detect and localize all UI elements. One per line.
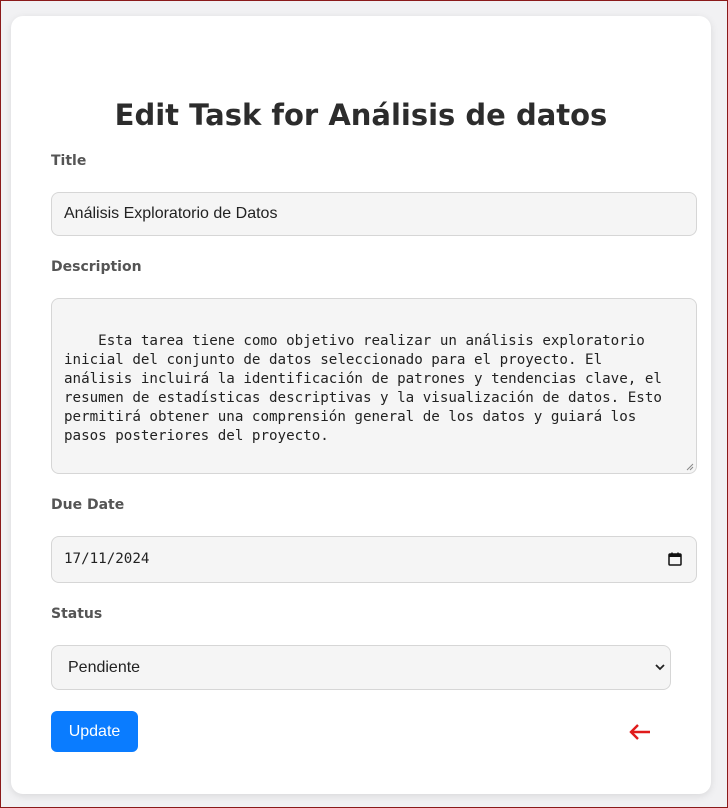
calendar-icon[interactable]: [668, 552, 682, 566]
due-date-value: 17/11/2024: [64, 551, 150, 567]
description-text: Esta tarea tiene como objetivo realizar …: [64, 333, 662, 444]
chevron-down-icon: [655, 664, 665, 671]
update-button[interactable]: Update: [51, 711, 138, 752]
resize-grip-icon[interactable]: [686, 463, 694, 471]
page-title: Edit Task for Análisis de datos: [114, 98, 608, 132]
due-date-label: Due Date: [51, 497, 125, 513]
due-date-input[interactable]: 17/11/2024: [51, 536, 697, 583]
status-selected-value: Pendiente: [68, 659, 141, 676]
description-textarea[interactable]: Esta tarea tiene como objetivo realizar …: [51, 298, 697, 474]
title-label: Title: [51, 153, 87, 169]
status-select[interactable]: Pendiente: [51, 645, 671, 690]
status-label: Status: [51, 606, 103, 622]
edit-task-card: Edit Task for Análisis de datos Title An…: [11, 16, 711, 794]
title-input[interactable]: Análisis Exploratorio de Datos: [51, 192, 697, 236]
arrow-left-icon[interactable]: [628, 722, 652, 742]
description-label: Description: [51, 259, 142, 275]
